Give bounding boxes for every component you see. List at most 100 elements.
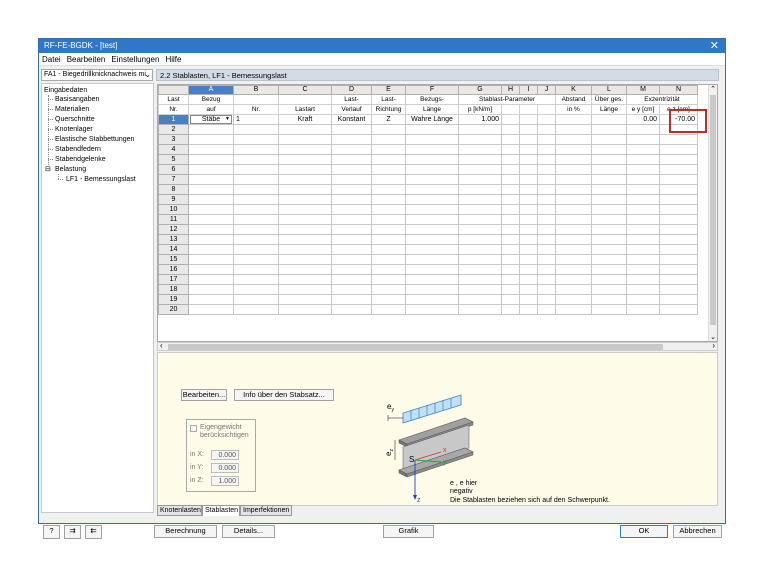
cell[interactable] [519, 254, 538, 265]
scroll-right-icon[interactable]: › [712, 341, 715, 350]
tab-imperfektionen[interactable]: Imperfektionen [240, 505, 292, 516]
cell[interactable] [519, 304, 538, 315]
cell[interactable] [659, 264, 698, 275]
cell[interactable] [188, 154, 234, 165]
cell[interactable] [501, 164, 520, 175]
cell[interactable] [659, 224, 698, 235]
cell[interactable] [555, 294, 592, 305]
col-header-h[interactable]: H [501, 85, 520, 95]
col-header-f[interactable]: F [405, 85, 459, 95]
cell[interactable] [188, 214, 234, 225]
cell[interactable] [537, 184, 556, 195]
cell[interactable] [555, 274, 592, 285]
cell[interactable] [233, 204, 279, 215]
cell[interactable] [371, 304, 406, 315]
cell[interactable] [188, 144, 234, 155]
cell[interactable] [501, 184, 520, 195]
cell[interactable] [501, 304, 520, 315]
row-number[interactable]: 3 [158, 134, 189, 145]
cell[interactable] [371, 194, 406, 205]
cell[interactable] [537, 204, 556, 215]
row-number[interactable]: 17 [158, 274, 189, 285]
cell[interactable] [501, 294, 520, 305]
cell[interactable] [591, 134, 627, 145]
cell[interactable] [555, 194, 592, 205]
ok-button[interactable]: OK [620, 525, 668, 538]
cell[interactable] [405, 294, 459, 305]
cell[interactable] [519, 144, 538, 155]
cell[interactable] [233, 164, 279, 175]
load-case-select[interactable]: FA1 - Biegedrillknicknachweis mi ⌄ [41, 69, 153, 81]
cell[interactable] [626, 204, 660, 215]
cell[interactable] [555, 214, 592, 225]
cell[interactable] [626, 294, 660, 305]
tree-item-knotenlager[interactable]: Knotenlager [55, 125, 93, 134]
cell[interactable] [188, 174, 234, 185]
row-number[interactable]: 13 [158, 234, 189, 245]
in-z-field[interactable]: 1.000 [211, 476, 239, 486]
selfweight-checkbox[interactable] [190, 425, 197, 432]
hscroll-thumb[interactable] [168, 344, 663, 350]
graphic-button[interactable]: Grafik [383, 525, 434, 538]
cell[interactable] [331, 234, 372, 245]
cell[interactable] [519, 264, 538, 275]
row-number[interactable]: 15 [158, 254, 189, 265]
cell[interactable] [501, 114, 520, 125]
cell[interactable] [591, 124, 627, 135]
cell[interactable] [626, 154, 660, 165]
cell[interactable] [537, 164, 556, 175]
cell[interactable] [555, 244, 592, 255]
cell[interactable] [519, 234, 538, 245]
cell[interactable] [188, 224, 234, 235]
cell[interactable] [519, 184, 538, 195]
cell[interactable] [501, 134, 520, 145]
cell[interactable] [458, 184, 502, 195]
cell[interactable] [188, 164, 234, 175]
cell[interactable] [537, 304, 556, 315]
cell[interactable] [278, 204, 332, 215]
cell[interactable] [278, 244, 332, 255]
cell[interactable] [331, 134, 372, 145]
cell[interactable] [278, 194, 332, 205]
menu-bearbeiten[interactable]: Bearbeiten [64, 53, 109, 64]
cell[interactable] [371, 204, 406, 215]
cell[interactable] [519, 174, 538, 185]
cell[interactable] [233, 194, 279, 205]
cell[interactable] [458, 284, 502, 295]
cell[interactable] [591, 114, 627, 125]
cell[interactable] [278, 184, 332, 195]
col-header-d[interactable]: D [331, 85, 372, 95]
cell[interactable] [458, 234, 502, 245]
cell[interactable] [188, 284, 234, 295]
cell[interactable] [371, 224, 406, 235]
tab-stablasten[interactable]: Stablasten [202, 505, 240, 516]
scroll-up-icon[interactable]: ⌃ [709, 85, 717, 93]
cell[interactable] [405, 214, 459, 225]
cell[interactable] [188, 194, 234, 205]
row-number[interactable]: 16 [158, 264, 189, 275]
cell[interactable] [519, 124, 538, 135]
cell[interactable] [458, 124, 502, 135]
cell[interactable] [537, 274, 556, 285]
cell[interactable] [501, 254, 520, 265]
cell[interactable] [458, 174, 502, 185]
row-number[interactable]: 12 [158, 224, 189, 235]
cell[interactable] [233, 264, 279, 275]
cell[interactable] [278, 124, 332, 135]
cell[interactable] [458, 134, 502, 145]
cell[interactable] [233, 254, 279, 265]
tree-root[interactable]: Eingabedaten [44, 86, 87, 95]
scroll-left-icon[interactable]: ‹ [160, 341, 163, 350]
cell[interactable] [405, 274, 459, 285]
col-header-c[interactable]: C [278, 85, 332, 95]
cell[interactable] [331, 214, 372, 225]
row-number[interactable]: 20 [158, 304, 189, 315]
cell[interactable] [405, 194, 459, 205]
cell-p[interactable]: 1.000 [458, 114, 502, 125]
cell[interactable] [458, 274, 502, 285]
cell[interactable] [659, 154, 698, 165]
cell[interactable] [371, 154, 406, 165]
collapse-icon[interactable]: ⊟ [45, 165, 51, 174]
cell[interactable] [371, 134, 406, 145]
import-icon[interactable]: ⇇ [85, 525, 102, 539]
